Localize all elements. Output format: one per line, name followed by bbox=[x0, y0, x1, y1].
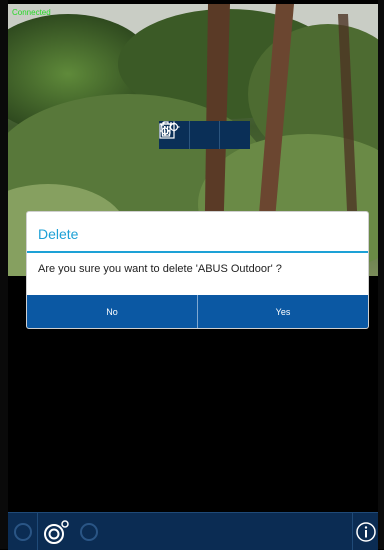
yes-button[interactable]: Yes bbox=[197, 295, 368, 328]
refresh-button[interactable] bbox=[10, 513, 36, 550]
delete-dialog: Delete Are you sure you want to delete '… bbox=[26, 211, 369, 329]
dialog-buttons: No Yes bbox=[27, 295, 368, 328]
info-icon bbox=[355, 521, 376, 542]
refresh-icon bbox=[14, 522, 32, 541]
sync-button[interactable] bbox=[74, 513, 104, 550]
calendar-icon: 10 bbox=[159, 122, 175, 139]
dialog-divider bbox=[27, 251, 368, 253]
no-button[interactable]: No bbox=[27, 295, 197, 328]
connection-status: Connected bbox=[12, 8, 51, 17]
right-bezel bbox=[378, 0, 384, 549]
sync-icon bbox=[80, 522, 98, 541]
left-bezel bbox=[0, 0, 8, 549]
camera-view-button[interactable] bbox=[38, 513, 74, 550]
dialog-title: Delete bbox=[38, 226, 79, 242]
schedule-button[interactable]: 10 bbox=[159, 121, 250, 149]
delete-button[interactable] bbox=[160, 121, 220, 149]
dialog-message: Are you sure you want to delete 'ABUS Ou… bbox=[38, 263, 282, 275]
camera-toolbar: 10 bbox=[159, 121, 250, 149]
bottom-bar bbox=[8, 512, 378, 550]
camera-lens-icon bbox=[44, 519, 69, 544]
info-button[interactable] bbox=[353, 513, 378, 550]
calendar-day: 10 bbox=[163, 130, 171, 137]
